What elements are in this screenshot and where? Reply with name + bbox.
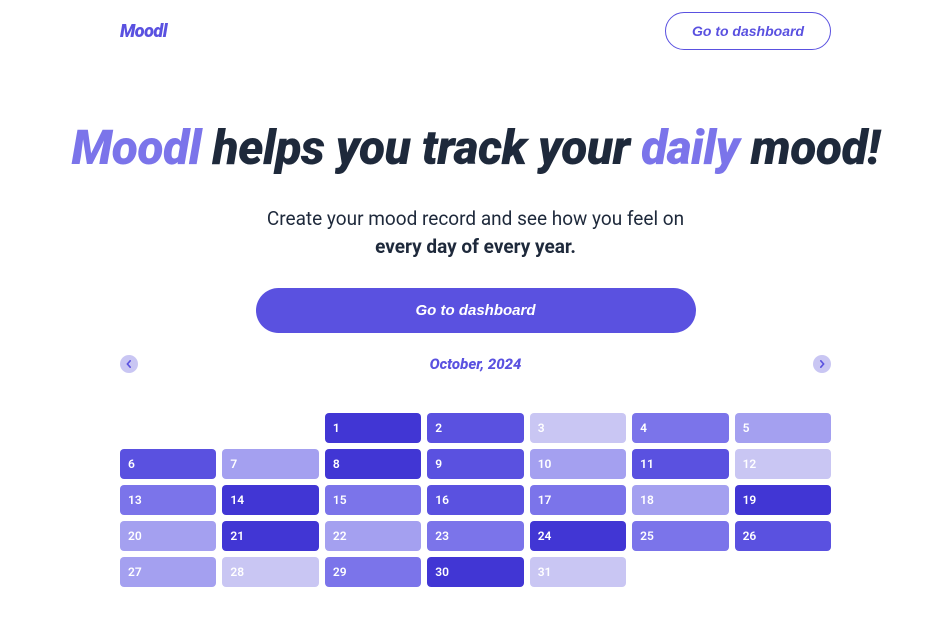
calendar-grid: 1234567891011121314151617181920212223242… bbox=[120, 413, 831, 587]
calendar-day[interactable]: 20 bbox=[120, 521, 216, 551]
app-logo[interactable]: Moodl bbox=[120, 21, 167, 42]
dashboard-button-hero[interactable]: Go to dashboard bbox=[256, 288, 696, 333]
calendar-day[interactable]: 2 bbox=[427, 413, 523, 443]
calendar-day[interactable]: 31 bbox=[530, 557, 626, 587]
calendar-month-title: October, 2024 bbox=[430, 355, 522, 373]
calendar-day[interactable]: 25 bbox=[632, 521, 728, 551]
calendar-day[interactable]: 28 bbox=[222, 557, 318, 587]
calendar-day[interactable]: 14 bbox=[222, 485, 318, 515]
calendar-day[interactable]: 26 bbox=[735, 521, 831, 551]
hero-sub-line2: every day of every year. bbox=[375, 235, 576, 258]
calendar-day[interactable]: 13 bbox=[120, 485, 216, 515]
hero-subtitle: Create your mood record and see how you … bbox=[0, 205, 951, 260]
chevron-right-icon bbox=[818, 360, 826, 368]
calendar-day[interactable]: 4 bbox=[632, 413, 728, 443]
calendar-day[interactable]: 16 bbox=[427, 485, 523, 515]
calendar-empty-cell bbox=[120, 413, 216, 443]
chevron-left-icon bbox=[125, 360, 133, 368]
calendar-day[interactable]: 11 bbox=[632, 449, 728, 479]
hero-sub-line1: Create your mood record and see how you … bbox=[267, 207, 684, 230]
calendar-day[interactable]: 8 bbox=[325, 449, 421, 479]
calendar-day[interactable]: 15 bbox=[325, 485, 421, 515]
calendar-day[interactable]: 12 bbox=[735, 449, 831, 479]
hero-title: Moodl helps you track your daily mood! bbox=[0, 120, 951, 175]
calendar-day[interactable]: 18 bbox=[632, 485, 728, 515]
hero-title-accent-1: Moodl bbox=[71, 119, 201, 176]
next-month-button[interactable] bbox=[813, 355, 831, 373]
calendar-day[interactable]: 22 bbox=[325, 521, 421, 551]
calendar-day[interactable]: 19 bbox=[735, 485, 831, 515]
calendar-day[interactable]: 1 bbox=[325, 413, 421, 443]
calendar-day[interactable]: 24 bbox=[530, 521, 626, 551]
calendar-day[interactable]: 3 bbox=[530, 413, 626, 443]
calendar-day[interactable]: 23 bbox=[427, 521, 523, 551]
hero-title-text-1: helps you track your bbox=[201, 119, 641, 176]
calendar-day[interactable]: 17 bbox=[530, 485, 626, 515]
calendar-day[interactable]: 7 bbox=[222, 449, 318, 479]
calendar-day[interactable]: 6 bbox=[120, 449, 216, 479]
calendar-day[interactable]: 30 bbox=[427, 557, 523, 587]
calendar-day[interactable]: 27 bbox=[120, 557, 216, 587]
calendar-day[interactable]: 21 bbox=[222, 521, 318, 551]
calendar-day[interactable]: 5 bbox=[735, 413, 831, 443]
prev-month-button[interactable] bbox=[120, 355, 138, 373]
dashboard-button-header[interactable]: Go to dashboard bbox=[665, 12, 831, 50]
hero-title-accent-2: daily bbox=[641, 119, 739, 176]
calendar-empty-cell bbox=[222, 413, 318, 443]
calendar-day[interactable]: 29 bbox=[325, 557, 421, 587]
calendar-day[interactable]: 10 bbox=[530, 449, 626, 479]
hero-title-text-2: mood! bbox=[739, 119, 879, 176]
calendar-day[interactable]: 9 bbox=[427, 449, 523, 479]
